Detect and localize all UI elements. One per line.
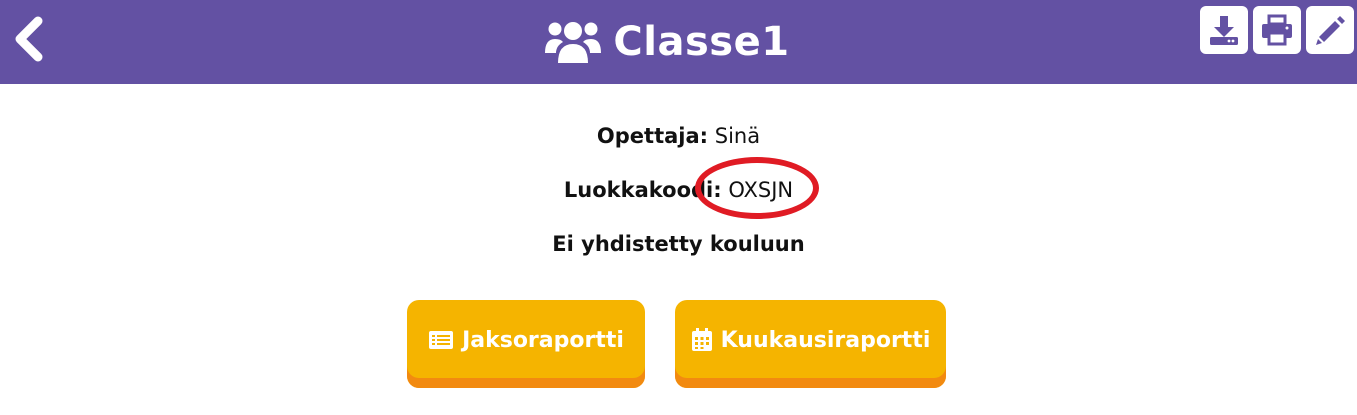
- page-title: Classe1: [613, 19, 790, 65]
- period-report-button[interactable]: Jaksoraportti: [407, 300, 645, 388]
- list-icon: [429, 331, 454, 349]
- monthly-report-label: Kuukausiraportti: [720, 327, 931, 353]
- download-icon: [1210, 16, 1238, 45]
- highlight-circle: [695, 157, 819, 219]
- period-report-label: Jaksoraportti: [462, 327, 624, 353]
- class-code-line: Luokkakoodi: OXSJN: [0, 178, 1357, 202]
- school-status: Ei yhdistetty kouluun: [552, 232, 805, 256]
- teacher-label: Opettaja:: [596, 124, 709, 148]
- edit-button[interactable]: [1306, 6, 1354, 54]
- print-button[interactable]: [1253, 6, 1301, 54]
- teacher-line: Opettaja: Sinä: [0, 124, 1357, 148]
- calendar-icon: [691, 328, 712, 351]
- title-area: Classe1: [0, 0, 1357, 84]
- users-icon: [545, 22, 602, 63]
- download-button[interactable]: [1200, 6, 1248, 54]
- print-icon: [1262, 14, 1292, 46]
- teacher-value: Sinä: [714, 124, 761, 148]
- top-bar: Classe1: [0, 0, 1357, 84]
- monthly-report-button[interactable]: Kuukausiraportti: [675, 300, 946, 388]
- pencil-icon: [1316, 16, 1345, 45]
